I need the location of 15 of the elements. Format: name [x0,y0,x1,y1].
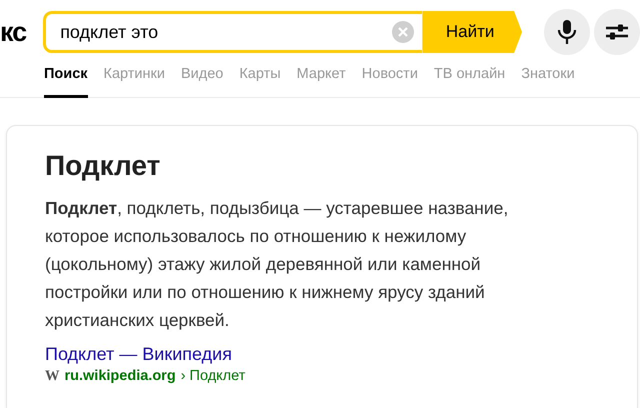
sliders-icon [605,22,629,42]
definition-text: Подклет, подклеть, подызбица — устаревшее название, которое использовалось по отношению к нежилому (цокольному) этажу жилой деревянной или каменной постройки или по отношению к нижнему ярусу зданий христианских церквей. [45,197,510,332]
microphone-icon [557,19,577,45]
domain-link[interactable]: ru.wikipedia.org [64,368,176,384]
settings-button[interactable] [594,9,640,55]
wikipedia-icon: W [45,368,60,385]
microphone-button[interactable] [544,9,590,55]
card-title: Подклет [45,150,162,182]
nav-tab[interactable]: Поиск [44,64,88,98]
search-field[interactable]: подклет это [58,20,392,44]
search-button[interactable]: Найти [422,11,522,53]
search-bar[interactable]: подклет это [43,11,422,53]
result-link[interactable]: Подклет — Википедия [45,344,232,365]
breadcrumb: › Подклет [180,368,246,384]
logo[interactable]: кс [0,16,30,48]
